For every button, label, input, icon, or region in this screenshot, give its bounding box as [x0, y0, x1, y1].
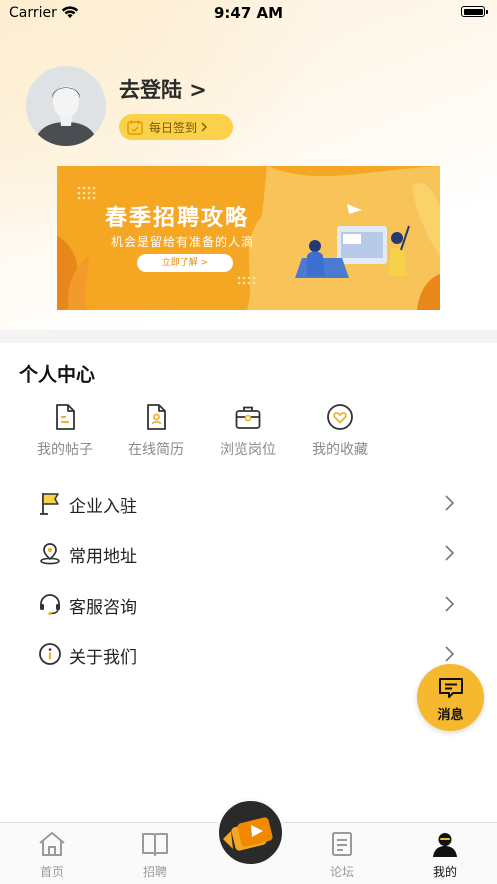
- list-item-label: 关于我们: [69, 648, 137, 668]
- grid-label: 我的帖子: [37, 442, 93, 458]
- banner-subtitle: 机会是留给有准备的人滴: [111, 235, 255, 249]
- tab-forum[interactable]: 论坛: [312, 831, 372, 880]
- tab-recruit[interactable]: 招聘: [125, 831, 185, 880]
- chevron-right-icon: [445, 646, 455, 662]
- promo-banner[interactable]: 春季招聘攻略 机会是留给有准备的人滴 立即了解 >: [57, 166, 440, 310]
- grid-item-browse-jobs[interactable]: 浏览岗位: [202, 403, 294, 459]
- list-item-label: 客服咨询: [69, 598, 137, 618]
- battery-icon: [461, 6, 488, 17]
- banner-title: 春季招聘攻略: [105, 206, 250, 231]
- section-title: 个人中心: [19, 364, 96, 386]
- list-item-label: 常用地址: [69, 547, 137, 567]
- daily-signin-button[interactable]: 每日签到: [119, 114, 233, 140]
- chevron-right-icon: [445, 545, 455, 561]
- grid-item-my-favorites[interactable]: 我的收藏: [294, 403, 386, 459]
- tab-label: 论坛: [329, 865, 354, 879]
- heart-icon: [327, 404, 353, 430]
- list-item-customer-service[interactable]: 客服咨询: [38, 589, 458, 619]
- document-icon: [56, 404, 75, 430]
- book-icon: [142, 833, 168, 856]
- center-video-button[interactable]: [216, 798, 285, 867]
- briefcase-icon: [235, 406, 261, 429]
- message-button[interactable]: 消息: [417, 664, 484, 731]
- grid-label: 浏览岗位: [220, 442, 276, 458]
- tab-label: 我的: [432, 865, 457, 879]
- section-divider: [0, 330, 497, 343]
- chevron-right-icon: [201, 122, 207, 132]
- tab-label: 首页: [39, 865, 64, 879]
- avatar[interactable]: [26, 66, 106, 146]
- video-camera-icon: [223, 817, 273, 851]
- signin-label: 每日签到: [149, 120, 198, 135]
- tab-mine[interactable]: 我的: [415, 831, 475, 880]
- clock-time: 9:47 AM: [213, 4, 284, 22]
- chevron-right-icon: [445, 495, 455, 511]
- user-avatar-icon: [26, 66, 106, 146]
- list-item-enterprise-join[interactable]: 企业入驻: [38, 488, 458, 518]
- headset-icon: [40, 594, 60, 616]
- grid-item-my-posts[interactable]: 我的帖子: [19, 403, 111, 459]
- tab-label: 招聘: [142, 865, 167, 879]
- message-label: 消息: [437, 708, 464, 723]
- info-icon: [39, 643, 61, 665]
- resume-icon: [147, 404, 166, 430]
- tab-home[interactable]: 首页: [22, 831, 82, 880]
- home-icon: [39, 832, 65, 856]
- forum-icon: [332, 832, 352, 856]
- user-icon: [433, 833, 457, 857]
- chat-bubble-icon: [438, 678, 463, 698]
- location-icon: [40, 543, 60, 565]
- grid-item-online-resume[interactable]: 在线简历: [110, 403, 202, 459]
- grid-label: 在线简历: [128, 442, 184, 458]
- status-bar: Carrier 9:47 AM: [0, 0, 497, 26]
- grid-label: 我的收藏: [312, 442, 368, 458]
- chevron-right-icon: [445, 596, 455, 612]
- login-link[interactable]: 去登陆 >: [119, 74, 207, 104]
- flag-icon: [40, 493, 59, 515]
- list-item-label: 企业入驻: [69, 497, 137, 517]
- list-item-common-address[interactable]: 常用地址: [38, 538, 458, 568]
- list-item-about-us[interactable]: 关于我们: [38, 639, 458, 669]
- calendar-check-icon: [127, 120, 143, 135]
- banner-learn-more-button[interactable]: 立即了解 >: [137, 254, 233, 272]
